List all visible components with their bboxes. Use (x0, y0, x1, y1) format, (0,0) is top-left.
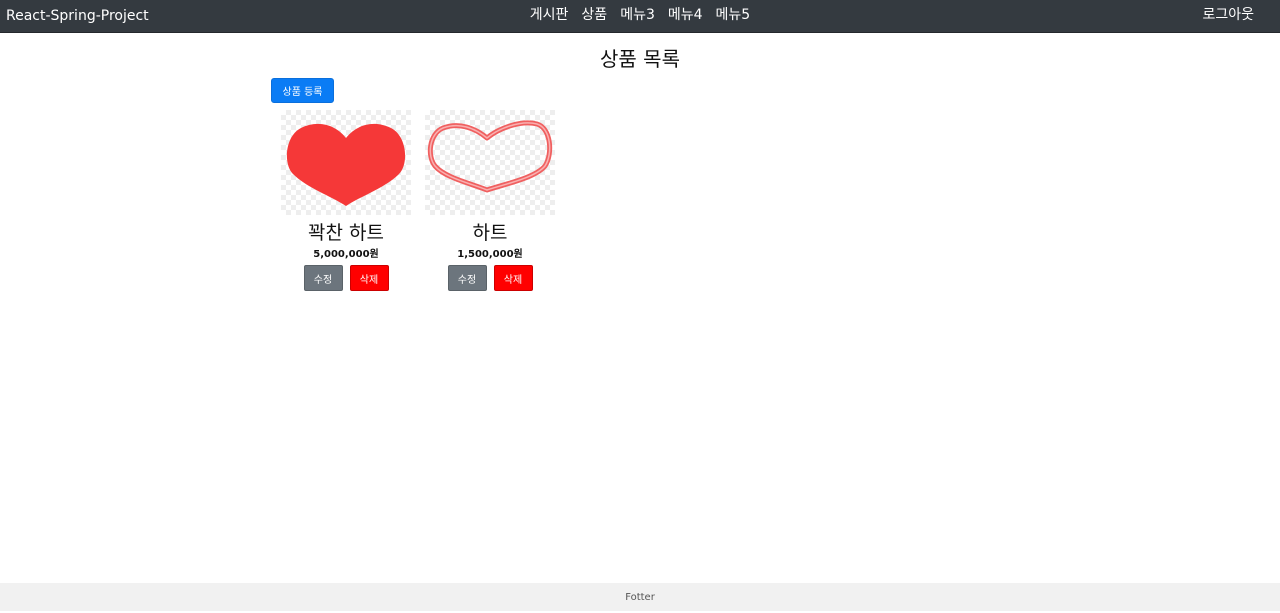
product-name: 하트 (472, 222, 508, 244)
footer: Fotter (0, 583, 1280, 611)
nav-item-menu3[interactable]: 메뉴3 (620, 5, 655, 25)
product-name: 꽉찬 하트 (308, 222, 384, 244)
nav-item-board[interactable]: 게시판 (530, 5, 569, 25)
navbar: React-Spring-Project 게시판 상품 메뉴3 메뉴4 메뉴5 … (0, 0, 1280, 33)
brand-link[interactable]: React-Spring-Project (6, 6, 149, 26)
register-product-button[interactable]: 상품 등록 (271, 78, 334, 103)
product-actions: 수정 삭제 (425, 265, 555, 291)
delete-button[interactable]: 삭제 (349, 265, 389, 291)
product-image[interactable] (281, 110, 411, 215)
filled-heart-icon (286, 123, 406, 206)
nav-item-products[interactable]: 상품 (581, 5, 607, 25)
footer-text: Fotter (625, 592, 655, 603)
nav-item-menu5[interactable]: 메뉴5 (716, 5, 751, 25)
product-image[interactable] (425, 110, 555, 215)
nav-menu: 게시판 상품 메뉴3 메뉴4 메뉴5 (0, 5, 1280, 25)
nav-item-menu4[interactable]: 메뉴4 (668, 5, 703, 25)
product-actions: 수정 삭제 (281, 265, 411, 291)
outline-heart-icon (427, 120, 553, 193)
product-price: 5,000,000원 (313, 249, 379, 260)
edit-button[interactable]: 수정 (303, 265, 343, 291)
logout-link[interactable]: 로그아웃 (1202, 5, 1254, 25)
product-card: 꽉찬 하트 5,000,000원 수정 삭제 (281, 110, 411, 291)
page-title: 상품 목록 (600, 47, 680, 71)
product-card: 하트 1,500,000원 수정 삭제 (425, 110, 555, 291)
edit-button[interactable]: 수정 (447, 265, 487, 291)
product-price: 1,500,000원 (457, 249, 523, 260)
delete-button[interactable]: 삭제 (493, 265, 533, 291)
